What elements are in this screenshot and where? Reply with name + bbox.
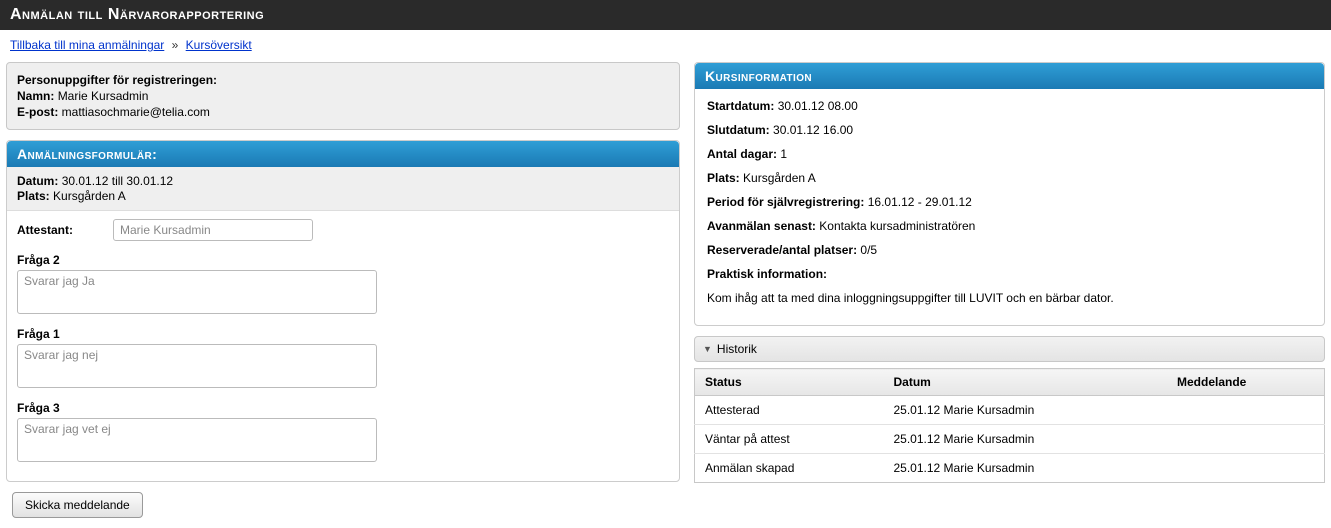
breadcrumb-separator: » (168, 38, 183, 52)
history-msg (1167, 454, 1325, 483)
person-info-panel: Personuppgifter för registreringen: Namn… (6, 62, 680, 130)
place-label: Plats: (707, 171, 740, 185)
course-info-heading: Kursinformation (695, 63, 1324, 89)
page-title: Anmälan till Närvarorapportering (0, 0, 1331, 30)
question-1-label: Fråga 1 (17, 327, 669, 341)
practical-text: Kom ihåg att ta med dina inloggningsuppg… (707, 291, 1312, 305)
attestant-label: Attestant: (17, 223, 73, 237)
start-date-label: Startdatum: (707, 99, 774, 113)
form-date-label: Datum: (17, 174, 58, 188)
days-value: 1 (780, 147, 787, 161)
table-row: Anmälan skapad 25.01.12 Marie Kursadmin (695, 454, 1325, 483)
history-date: 25.01.12 Marie Kursadmin (884, 396, 1168, 425)
selfreg-label: Period för självregistrering: (707, 195, 864, 209)
history-date: 25.01.12 Marie Kursadmin (884, 454, 1168, 483)
start-date-value: 30.01.12 08.00 (778, 99, 858, 113)
history-col-msg: Meddelande (1167, 369, 1325, 396)
history-table: Status Datum Meddelande Attesterad 25.01… (694, 368, 1325, 483)
breadcrumb: Tillbaka till mina anmälningar » Kursöve… (0, 30, 1331, 62)
history-status: Väntar på attest (695, 425, 884, 454)
place-value: Kursgården A (743, 171, 816, 185)
history-msg (1167, 425, 1325, 454)
question-3-label: Fråga 3 (17, 401, 669, 415)
breadcrumb-current-link[interactable]: Kursöversikt (186, 38, 252, 52)
end-date-value: 30.01.12 16.00 (773, 123, 853, 137)
breadcrumb-back-link[interactable]: Tillbaka till mina anmälningar (10, 38, 164, 52)
cancel-value: Kontakta kursadministratören (819, 219, 975, 233)
history-msg (1167, 396, 1325, 425)
history-accordion-header[interactable]: ▼ Historik (694, 336, 1325, 362)
selfreg-value: 16.01.12 - 29.01.12 (868, 195, 972, 209)
question-2-textarea[interactable] (17, 270, 377, 314)
seats-label: Reserverade/antal platser: (707, 243, 857, 257)
history-status: Attesterad (695, 396, 884, 425)
person-email-label: E-post: (17, 105, 58, 119)
person-name-value: Marie Kursadmin (58, 89, 149, 103)
history-heading: Historik (717, 342, 757, 356)
person-email-value: mattiasochmarie@telia.com (62, 105, 210, 119)
history-date: 25.01.12 Marie Kursadmin (884, 425, 1168, 454)
days-label: Antal dagar: (707, 147, 777, 161)
question-3-textarea[interactable] (17, 418, 377, 462)
attestant-input[interactable] (113, 219, 313, 241)
table-row: Väntar på attest 25.01.12 Marie Kursadmi… (695, 425, 1325, 454)
form-place-label: Plats: (17, 189, 50, 203)
send-message-button[interactable]: Skicka meddelande (12, 492, 143, 518)
question-1-textarea[interactable] (17, 344, 377, 388)
course-info-panel: Kursinformation Startdatum: 30.01.12 08.… (694, 62, 1325, 326)
question-2-label: Fråga 2 (17, 253, 669, 267)
form-heading: Anmälningsformulär: (7, 141, 679, 167)
chevron-down-icon: ▼ (703, 344, 712, 354)
registration-form-panel: Anmälningsformulär: Datum: 30.01.12 till… (6, 140, 680, 482)
history-col-date: Datum (884, 369, 1168, 396)
history-col-status: Status (695, 369, 884, 396)
cancel-label: Avanmälan senast: (707, 219, 816, 233)
person-name-label: Namn: (17, 89, 54, 103)
form-place-value: Kursgården A (53, 189, 126, 203)
history-status: Anmälan skapad (695, 454, 884, 483)
table-row: Attesterad 25.01.12 Marie Kursadmin (695, 396, 1325, 425)
form-date-value: 30.01.12 till 30.01.12 (62, 174, 173, 188)
end-date-label: Slutdatum: (707, 123, 770, 137)
practical-label: Praktisk information: (707, 267, 827, 281)
person-heading: Personuppgifter för registreringen: (17, 73, 217, 87)
seats-value: 0/5 (860, 243, 877, 257)
